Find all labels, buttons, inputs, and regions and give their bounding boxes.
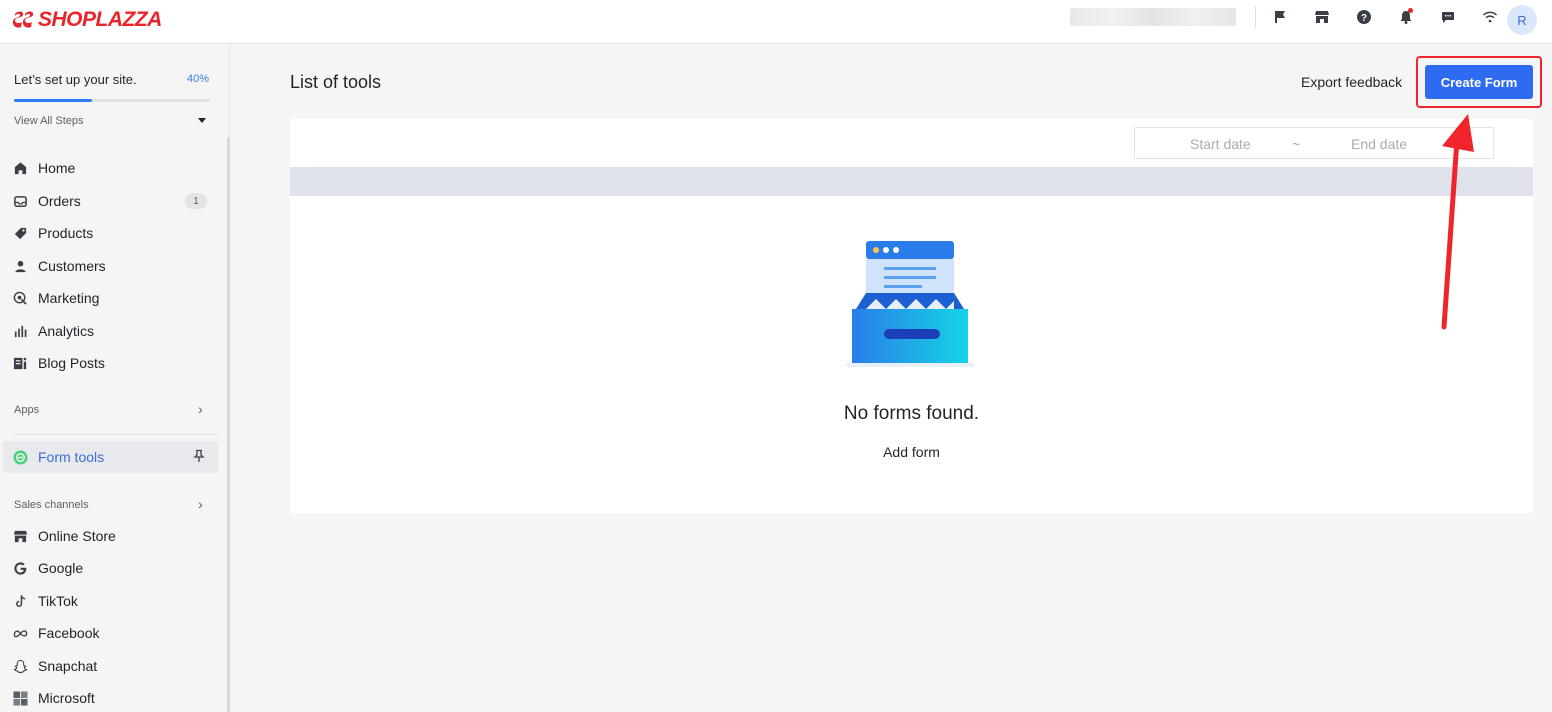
sidebar-item-label: Facebook (38, 625, 100, 641)
sidebar-item-label: Customers (38, 258, 106, 274)
sidebar-item-label: Form tools (38, 449, 105, 465)
sales-channels-section-label[interactable]: Sales channels (14, 499, 89, 511)
sidebar-item-label: TikTok (38, 593, 78, 609)
marketing-icon (12, 290, 28, 306)
store-icon[interactable] (1308, 4, 1336, 30)
topbar-divider (1255, 6, 1256, 28)
sidebar-item-orders[interactable]: Orders 1 (0, 186, 218, 216)
setup-percent: 40% (187, 73, 210, 85)
notification-dot (1408, 8, 1413, 13)
sidebar-item-label: Online Store (38, 528, 116, 544)
snapchat-icon (12, 658, 28, 674)
create-form-button[interactable]: Create Form (1425, 65, 1533, 99)
sidebar-item-label: Orders (38, 193, 81, 209)
home-icon (12, 160, 28, 176)
chevron-right-icon[interactable]: › (198, 401, 203, 417)
avatar[interactable]: R (1507, 5, 1537, 35)
inbox-icon (12, 193, 28, 209)
top-bar: SHOPLAZZA ? R (0, 0, 1552, 44)
wifi-icon[interactable] (1476, 4, 1504, 30)
sidebar-item-facebook[interactable]: Facebook (0, 618, 218, 648)
start-date-input[interactable]: Start date (1190, 136, 1251, 152)
sidebar-item-online-store[interactable]: Online Store (0, 521, 218, 551)
date-range-separator: ~ (1292, 136, 1301, 152)
store-icon (12, 528, 28, 544)
sidebar-item-label: Home (38, 160, 76, 176)
bell-icon[interactable] (1392, 4, 1420, 30)
sidebar-item-label: Marketing (38, 290, 100, 306)
sidebar-item-marketing[interactable]: Marketing (0, 283, 218, 313)
empty-state-title: No forms found. (843, 403, 980, 424)
sidebar-item-customers[interactable]: Customers (0, 251, 218, 281)
sidebar-item-google[interactable]: Google (0, 553, 218, 583)
store-name-redacted[interactable] (1070, 8, 1236, 26)
sidebar-item-snapchat[interactable]: Snapchat (0, 651, 218, 681)
flag-icon[interactable] (1266, 4, 1294, 30)
pin-icon[interactable] (192, 449, 206, 463)
svg-text:?: ? (1361, 13, 1367, 24)
sidebar: Let’s set up your site. 40% View All Ste… (0, 45, 230, 712)
export-feedback-button[interactable]: Export feedback (1301, 74, 1402, 90)
setup-title: Let’s set up your site. (14, 72, 137, 87)
page-title: List of tools (290, 72, 382, 92)
bar-chart-icon (12, 323, 28, 339)
sidebar-item-analytics[interactable]: Analytics (0, 316, 218, 346)
person-icon (12, 258, 28, 274)
help-icon[interactable]: ? (1350, 4, 1378, 30)
meta-icon (12, 625, 28, 641)
apps-section-label[interactable]: Apps (14, 404, 39, 416)
sidebar-item-label: Google (38, 560, 84, 576)
tools-list-card: Start date ~ End date No forms found. Ad… (290, 119, 1533, 513)
blog-icon (12, 355, 28, 371)
sidebar-item-label: Microsoft (38, 690, 95, 706)
end-date-input[interactable]: End date (1351, 136, 1407, 152)
view-all-steps-link[interactable]: View All Steps (14, 115, 84, 127)
annotation-arrow-icon (1441, 114, 1474, 330)
tag-icon (12, 225, 28, 241)
logo-mark-icon (12, 11, 34, 28)
sidebar-item-products[interactable]: Products (0, 218, 218, 248)
microsoft-icon (12, 690, 28, 706)
empty-forms-illustration (846, 241, 974, 367)
table-header (290, 167, 1533, 196)
sidebar-item-label: Products (38, 225, 94, 241)
sidebar-scrollbar[interactable] (227, 137, 230, 712)
google-icon (12, 560, 28, 576)
add-form-link[interactable]: Add form (290, 444, 1533, 460)
orders-count-badge: 1 (185, 193, 207, 209)
sidebar-item-label: Blog Posts (38, 355, 105, 371)
setup-progress-fill (14, 99, 93, 102)
topbar-icons: ? (1266, 4, 1518, 30)
sidebar-item-form-tools[interactable]: Form tools (0, 442, 218, 472)
sidebar-item-tiktok[interactable]: TikTok (0, 586, 218, 616)
sidebar-item-microsoft[interactable]: Microsoft (0, 683, 218, 712)
chat-icon[interactable] (1434, 4, 1462, 30)
sidebar-item-home[interactable]: Home (0, 153, 218, 183)
setup-progress-bar (14, 99, 210, 102)
brand-name: SHOPLAZZA (38, 8, 162, 31)
sidebar-divider (14, 434, 218, 435)
tiktok-icon (12, 593, 28, 609)
sidebar-item-label: Snapchat (38, 658, 98, 674)
sidebar-item-blog-posts[interactable]: Blog Posts (0, 348, 218, 378)
caret-down-icon[interactable] (198, 118, 206, 123)
shoplazza-logo[interactable]: SHOPLAZZA (12, 8, 162, 32)
chevron-right-icon[interactable]: › (198, 496, 203, 512)
sidebar-item-label: Analytics (38, 323, 95, 339)
form-tools-icon (12, 449, 28, 465)
